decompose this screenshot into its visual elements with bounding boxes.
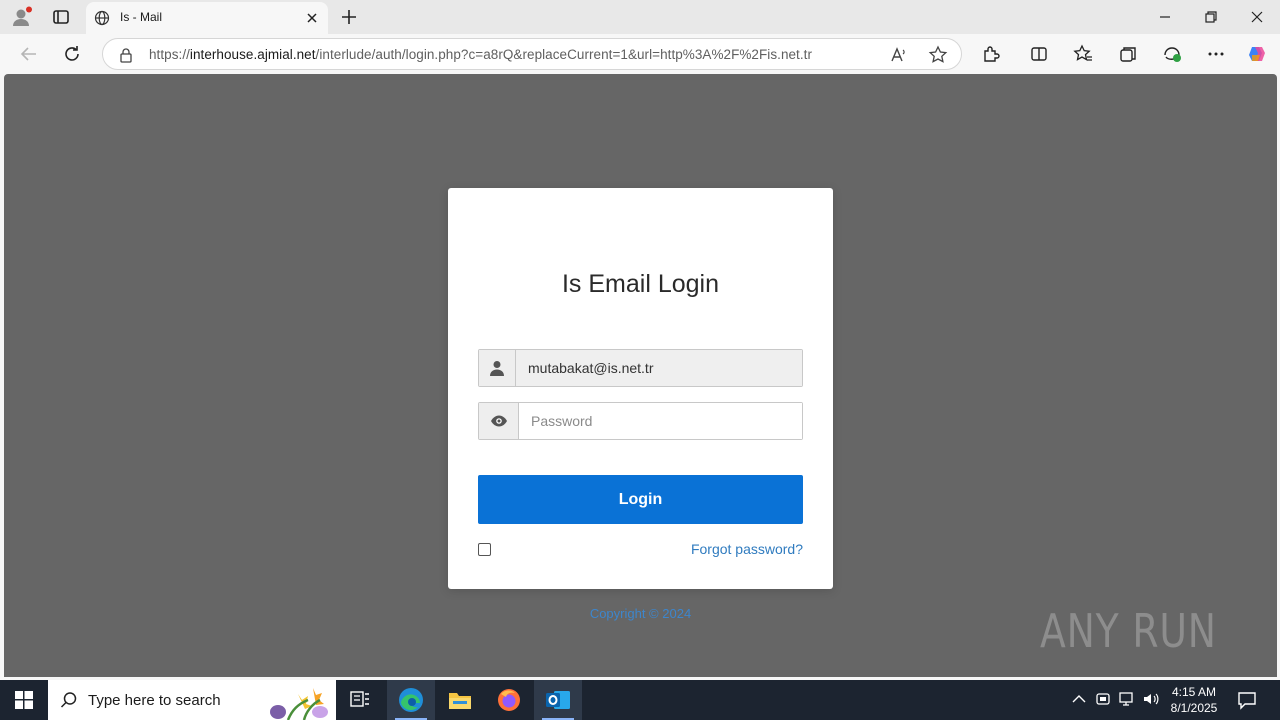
windows-taskbar: Type here to search 4:15 AM 8/1/2025 xyxy=(0,680,1280,720)
meet-now-icon[interactable] xyxy=(1094,690,1112,708)
start-button[interactable] xyxy=(0,680,48,720)
windows-logo-icon xyxy=(15,691,33,709)
close-icon[interactable] xyxy=(304,10,320,26)
edge-icon xyxy=(399,688,423,712)
url-host: interhouse.ajmial.net xyxy=(189,47,316,62)
email-field[interactable] xyxy=(516,350,802,386)
anyrun-watermark: ANY RUN xyxy=(1040,604,1256,658)
tab-actions-icon[interactable] xyxy=(50,6,72,28)
user-icon xyxy=(490,361,504,376)
favorites-icon[interactable] xyxy=(1072,43,1094,65)
browser-title-bar: Is - Mail xyxy=(0,0,1280,34)
taskbar-outlook[interactable] xyxy=(534,680,582,720)
login-title: Is Email Login xyxy=(561,270,720,298)
show-hidden-icons-chevron-icon[interactable] xyxy=(1070,690,1088,708)
globe-icon xyxy=(94,10,110,26)
clock-date: 8/1/2025 xyxy=(1170,701,1218,715)
read-aloud-icon[interactable] xyxy=(889,45,909,65)
url-text: https://interhouse.ajmial.net/interlude/… xyxy=(149,47,812,62)
search-highlight-flowers-icon xyxy=(270,688,328,720)
copilot-icon[interactable] xyxy=(1246,43,1268,65)
favorite-star-icon[interactable] xyxy=(928,45,948,65)
clock-time: 4:15 AM xyxy=(1171,685,1217,699)
tab-title: Is - Mail xyxy=(120,10,162,24)
extensions-icon[interactable] xyxy=(980,43,1002,65)
password-addon[interactable] xyxy=(479,403,519,439)
forgot-password-link[interactable]: Forgot password? xyxy=(691,541,803,557)
user-addon xyxy=(479,350,516,386)
watermark-text: ANY RUN xyxy=(1040,604,1217,658)
window-close-icon[interactable] xyxy=(1246,6,1268,28)
eye-icon xyxy=(490,415,507,427)
address-bar[interactable]: https://interhouse.ajmial.net/interlude/… xyxy=(102,38,962,70)
site-info-icon[interactable] xyxy=(118,47,134,63)
plus-icon[interactable] xyxy=(338,6,360,28)
password-input-group xyxy=(478,402,803,440)
minimize-icon[interactable] xyxy=(1154,6,1176,28)
url-prefix: https:// xyxy=(149,47,190,62)
folder-icon xyxy=(449,693,471,709)
address-bar-row: https://interhouse.ajmial.net/interlude/… xyxy=(0,34,1280,74)
system-clock[interactable]: 4:15 AM 8/1/2025 xyxy=(1164,684,1224,716)
copyright-text: Copyright © 2024 xyxy=(589,606,692,621)
taskbar-edge[interactable] xyxy=(387,680,435,720)
page-viewport: Is Email Login Login Forgot pa xyxy=(4,74,1277,677)
browser-essentials-icon[interactable] xyxy=(1161,43,1183,65)
split-screen-icon[interactable] xyxy=(1028,43,1050,65)
email-input-group xyxy=(478,349,803,387)
outlook-icon xyxy=(546,691,570,709)
url-path: /interlude/auth/login.php?c=a8rQ&replace… xyxy=(315,47,813,62)
password-field[interactable] xyxy=(519,403,802,439)
task-view-button[interactable] xyxy=(336,680,384,720)
notification-center-icon[interactable] xyxy=(1236,689,1258,711)
collections-icon[interactable] xyxy=(1117,43,1139,65)
more-icon[interactable] xyxy=(1205,43,1227,65)
restore-icon[interactable] xyxy=(1200,6,1222,28)
network-icon[interactable] xyxy=(1118,690,1136,708)
active-tab[interactable]: Is - Mail xyxy=(86,2,328,34)
taskbar-search-box[interactable]: Type here to search xyxy=(48,680,336,720)
profile-icon[interactable] xyxy=(10,6,32,28)
back-icon[interactable] xyxy=(18,43,40,65)
login-button[interactable]: Login xyxy=(478,475,803,524)
taskbar-firefox[interactable] xyxy=(485,680,533,720)
remember-me-checkbox[interactable] xyxy=(478,543,491,556)
task-view-icon xyxy=(350,691,369,707)
taskbar-file-explorer[interactable] xyxy=(436,680,484,720)
refresh-icon[interactable] xyxy=(61,43,83,65)
volume-icon[interactable] xyxy=(1142,690,1160,708)
search-icon xyxy=(60,692,77,708)
login-card: Is Email Login Login Forgot pa xyxy=(448,188,833,589)
firefox-icon xyxy=(498,689,520,711)
search-placeholder: Type here to search xyxy=(88,692,221,709)
